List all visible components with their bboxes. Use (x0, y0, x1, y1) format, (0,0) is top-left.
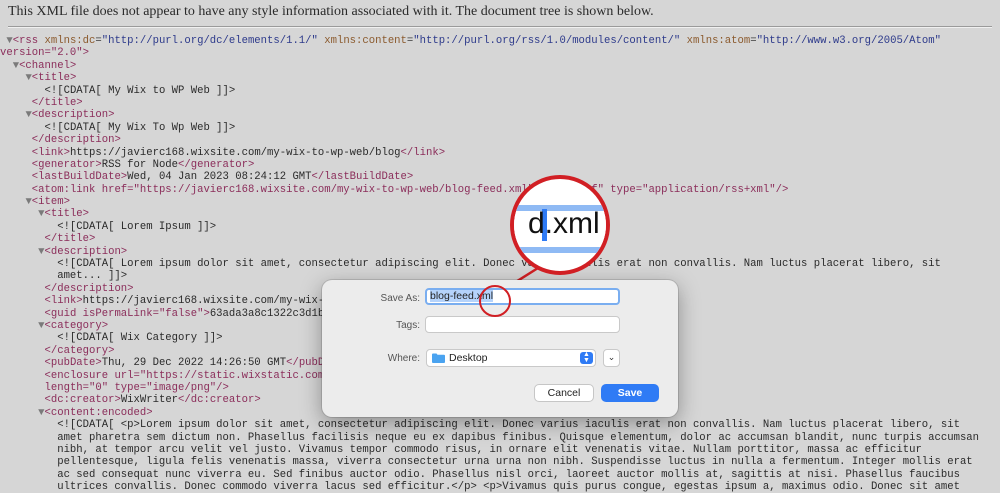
save-as-label: Save As: (380, 293, 420, 304)
cancel-button[interactable]: Cancel (534, 384, 594, 402)
where-label: Where: (387, 353, 420, 364)
magnified-text: d.xml (528, 207, 600, 240)
callout-line (502, 266, 539, 292)
chevron-updown-icon: ▲ ▼ (580, 351, 593, 364)
save-as-input[interactable]: blog-feed.xml (425, 288, 620, 305)
chevron-down-icon: ⌄ (607, 352, 616, 362)
folder-icon (432, 353, 445, 363)
tags-input[interactable] (425, 316, 620, 333)
tags-label: Tags: (396, 320, 420, 331)
magnifier-callout: d.xml (510, 175, 610, 275)
expand-chevron-button[interactable]: ⌄ (603, 349, 620, 367)
where-popup[interactable]: Desktop ▲ ▼ (426, 349, 596, 367)
highlight-ring (479, 285, 511, 317)
save-button[interactable]: Save (601, 384, 659, 402)
where-value: Desktop (449, 352, 488, 364)
